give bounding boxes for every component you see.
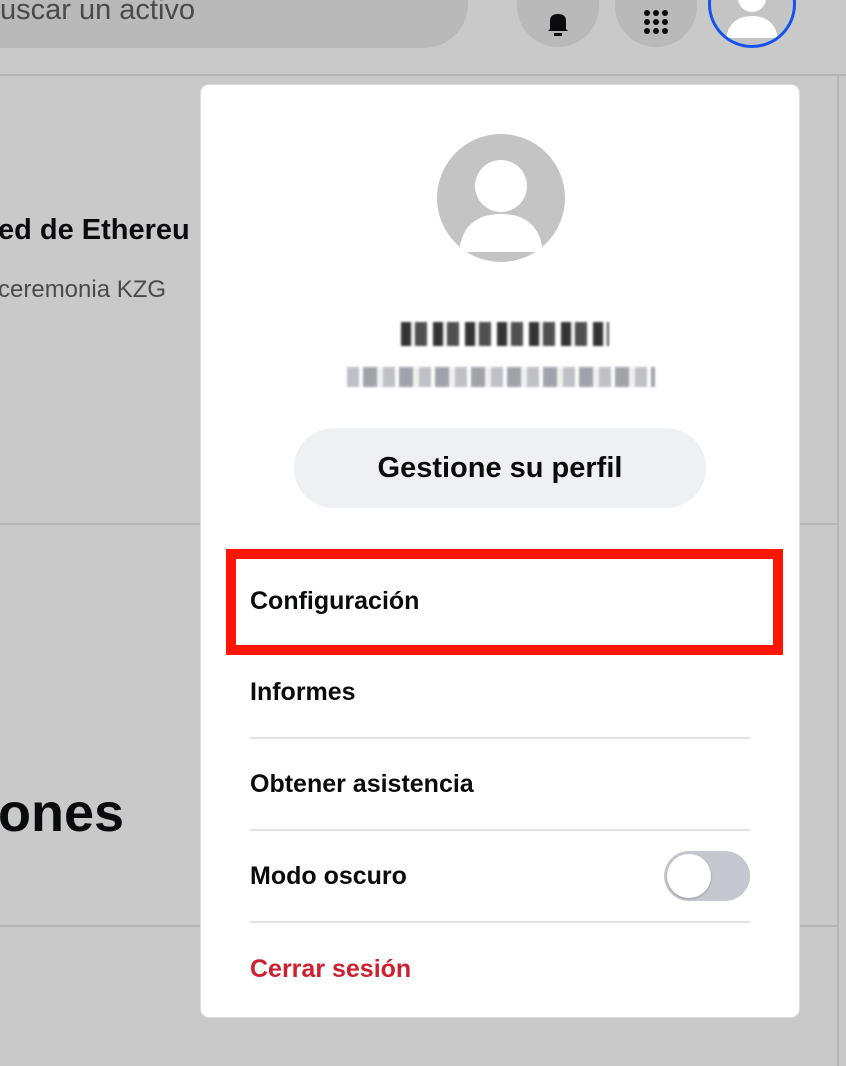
menu-item-reports[interactable]: Informes — [250, 647, 750, 739]
profile-menu: Configuración Informes Obtener asistenci… — [250, 555, 750, 1015]
profile-email-redacted — [347, 367, 655, 387]
menu-item-label: Cerrar sesión — [250, 954, 412, 983]
dark-mode-toggle[interactable] — [664, 851, 750, 901]
menu-item-label: Informes — [250, 677, 356, 706]
card-divider-2-right — [798, 925, 838, 927]
news-card-subtitle: ceremonia KZG — [0, 276, 167, 303]
menu-item-dark-mode[interactable]: Modo oscuro — [250, 831, 750, 923]
news-card-title[interactable]: ed de Ethereu — [0, 214, 190, 247]
profile-avatar — [437, 134, 565, 262]
menu-item-settings[interactable]: Configuración — [250, 555, 750, 647]
menu-item-logout[interactable]: Cerrar sesión — [250, 923, 750, 1015]
notifications-button[interactable] — [517, 0, 599, 47]
menu-item-label: Configuración — [250, 586, 420, 615]
apps-button[interactable] — [615, 0, 697, 47]
user-icon — [712, 0, 792, 44]
profile-name-redacted — [401, 322, 609, 346]
section-heading: ones — [0, 783, 125, 843]
card-divider-1-right — [798, 523, 838, 525]
user-icon — [459, 160, 543, 252]
toggle-knob — [667, 854, 711, 898]
manage-profile-button[interactable]: Gestione su perfil — [294, 428, 706, 508]
profile-dropdown: Gestione su perfil Configuración Informe… — [201, 85, 799, 1017]
menu-item-label: Obtener asistencia — [250, 769, 474, 798]
menu-item-label: Modo oscuro — [250, 861, 407, 890]
grid-icon — [644, 10, 668, 34]
content-border — [837, 74, 839, 1066]
menu-item-support[interactable]: Obtener asistencia — [250, 739, 750, 831]
account-avatar-button[interactable] — [708, 0, 796, 48]
background-content: ed de Ethereu ceremonia KZG ones — [0, 0, 202, 1066]
bell-icon — [548, 14, 568, 36]
